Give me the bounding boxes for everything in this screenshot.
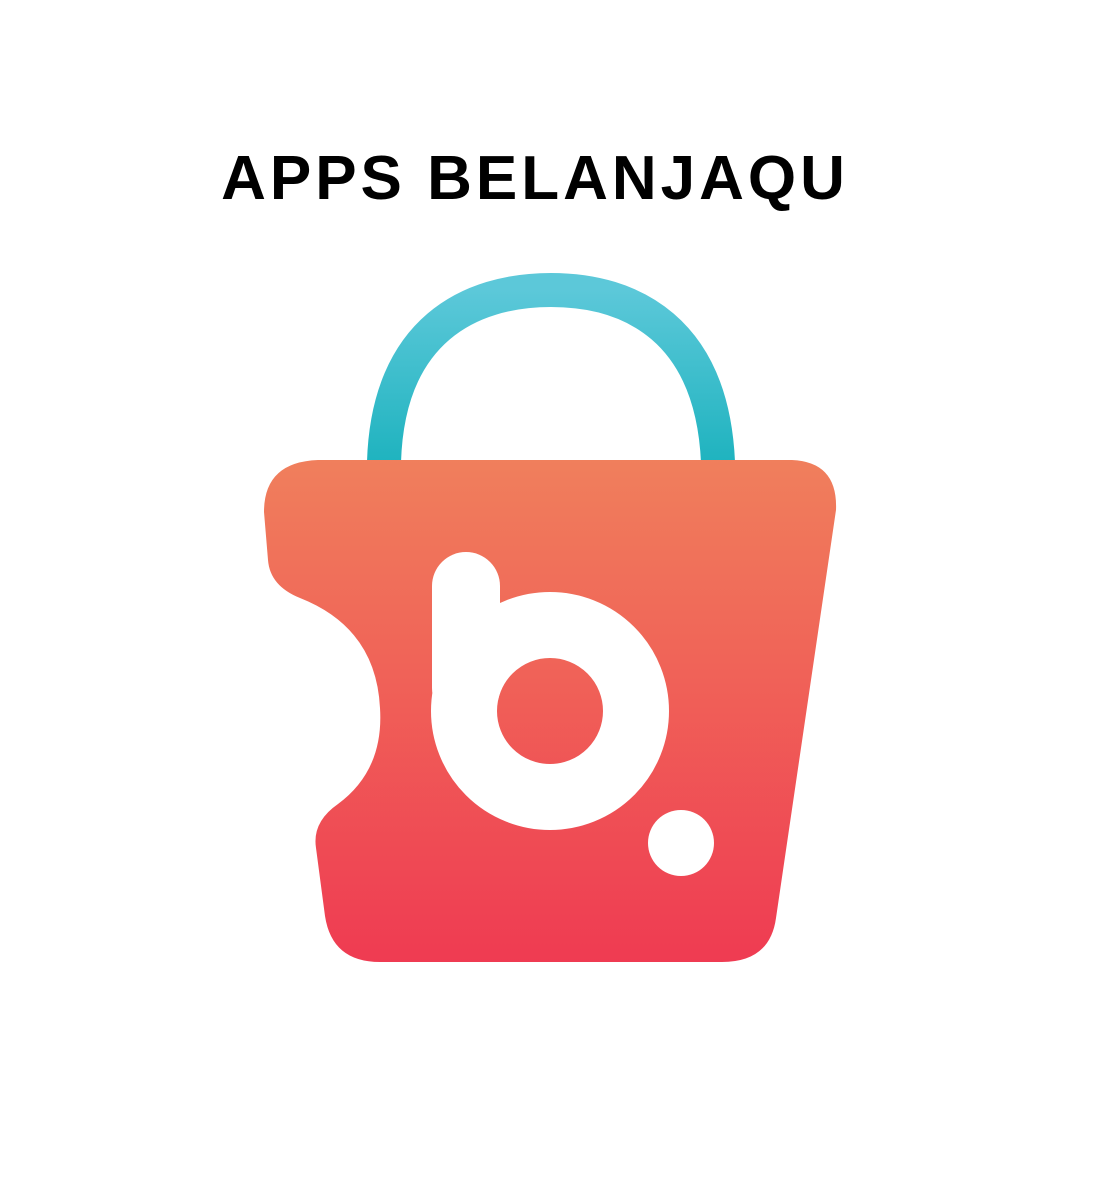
shopping-bag-logo-icon [264, 272, 837, 962]
bag-body [264, 460, 837, 962]
logo-dot [648, 810, 714, 876]
bag-handle [367, 272, 735, 463]
